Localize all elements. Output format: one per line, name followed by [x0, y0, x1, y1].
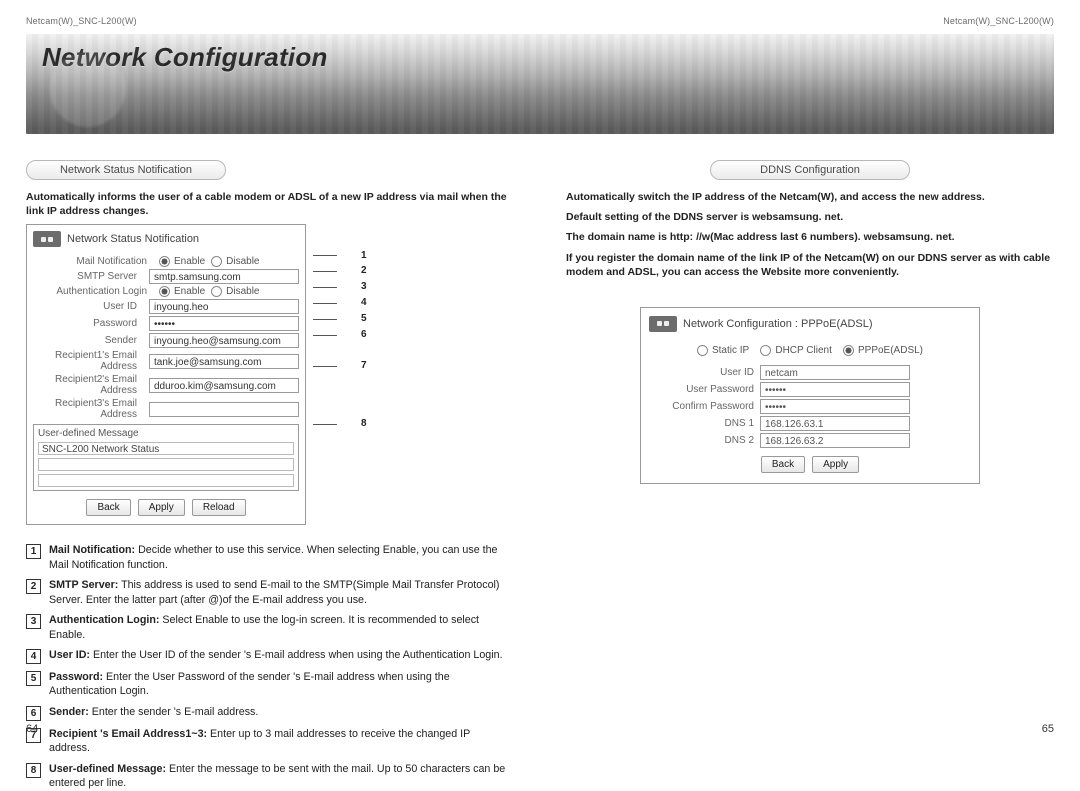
definition-text: Sender: Enter the sender 's E-mail addre…: [49, 705, 258, 719]
radio-dhcp[interactable]: DHCP Client: [760, 345, 832, 356]
definition-text: User ID: Enter the User ID of the sender…: [49, 648, 503, 662]
radio-static[interactable]: Static IP: [697, 345, 749, 356]
ddns-field-userid[interactable]: netcam: [760, 365, 910, 380]
doc-id-right: Netcam(W)_SNC-L200(W): [943, 16, 1054, 26]
user-msg-header: User-defined Message: [38, 428, 294, 439]
intro-right-2: Default setting of the DDNS server is we…: [566, 210, 1054, 224]
ddns-label-cpw: Confirm Password: [649, 401, 754, 412]
radio-auth-disable[interactable]: Disable: [211, 286, 259, 297]
callout-4: 4: [361, 297, 367, 308]
ddns-btn-back[interactable]: Back: [761, 456, 805, 473]
field-password[interactable]: ••••••: [149, 316, 299, 331]
definition-number: 8: [26, 763, 41, 778]
ddns-field-cpw[interactable]: ••••••: [760, 399, 910, 414]
definition-text: Password: Enter the User Password of the…: [49, 670, 514, 699]
radio-pppoe[interactable]: PPPoE(ADSL): [843, 345, 923, 356]
label-password: Password: [33, 318, 143, 329]
definition-item: 3 Authentication Login: Select Enable to …: [26, 613, 514, 642]
panel-icon: [33, 231, 61, 247]
field-sender[interactable]: inyoung.heo@samsung.com: [149, 333, 299, 348]
user-msg-line-1[interactable]: SNC-L200 Network Status: [38, 442, 294, 455]
callout-2: 2: [361, 265, 367, 276]
radio-auth-enable[interactable]: Enable: [159, 286, 205, 297]
definition-item: 5 Password: Enter the User Password of th…: [26, 670, 514, 699]
label-smtp: SMTP Server: [33, 271, 143, 282]
field-r2[interactable]: dduroo.kim@samsung.com: [149, 378, 299, 393]
definition-item: 4 User ID: Enter the User ID of the sende…: [26, 648, 514, 664]
definition-text: User-defined Message: Enter the message …: [49, 762, 514, 791]
ddns-label-dns1: DNS 1: [649, 418, 754, 429]
callout-3: 3: [361, 281, 367, 292]
definition-text: Authentication Login: Select Enable to u…: [49, 613, 514, 642]
intro-left: Automatically informs the user of a cabl…: [26, 190, 514, 218]
field-smtp[interactable]: smtp.samsung.com: [149, 269, 299, 284]
definition-item: 8 User-defined Message: Enter the message…: [26, 762, 514, 791]
label-mail-notification: Mail Notification: [33, 256, 153, 267]
label-userid: User ID: [33, 301, 143, 312]
definition-item: 6 Sender: Enter the sender 's E-mail addr…: [26, 705, 514, 721]
field-r1[interactable]: tank.joe@samsung.com: [149, 354, 299, 369]
definition-number: 4: [26, 649, 41, 664]
definition-text: Recipient 's Email Address1~3: Enter up …: [49, 727, 514, 756]
definition-number: 1: [26, 544, 41, 559]
panel-title: Network Status Notification: [67, 233, 199, 245]
definition-text: SMTP Server: This address is used to sen…: [49, 578, 514, 607]
label-auth: Authentication Login: [33, 286, 153, 297]
radio-mail-enable[interactable]: Enable: [159, 256, 205, 267]
definitions-list: 1 Mail Notification: Decide whether to us…: [26, 543, 514, 790]
definition-number: 2: [26, 579, 41, 594]
definition-number: 6: [26, 706, 41, 721]
ddns-field-dns1[interactable]: 168.126.63.1: [760, 416, 910, 431]
ddns-panel-title: Network Configuration : PPPoE(ADSL): [683, 318, 873, 330]
definition-number: 3: [26, 614, 41, 629]
ddns-label-userid: User ID: [649, 367, 754, 378]
ddns-panel: Network Configuration : PPPoE(ADSL) Stat…: [640, 307, 980, 484]
ddns-panel-icon: [649, 316, 677, 332]
page-left: Netcam(W)_SNC-L200(W) Network Status Not…: [0, 0, 540, 747]
definition-item: 1 Mail Notification: Decide whether to us…: [26, 543, 514, 572]
page-header-left: Netcam(W)_SNC-L200(W): [26, 16, 514, 26]
user-msg-box: User-defined Message SNC-L200 Network St…: [33, 424, 299, 491]
ddns-btn-apply[interactable]: Apply: [812, 456, 859, 473]
btn-back[interactable]: Back: [86, 499, 130, 516]
section-pill-right: DDNS Configuration: [710, 160, 910, 180]
notification-panel: Network Status Notification Mail Notific…: [26, 224, 306, 525]
callout-5: 5: [361, 313, 367, 324]
radio-mail-disable[interactable]: Disable: [211, 256, 259, 267]
ddns-field-pw[interactable]: ••••••: [760, 382, 910, 397]
field-r3[interactable]: [149, 402, 299, 417]
callout-1: 1: [361, 250, 367, 261]
definition-text: Mail Notification: Decide whether to use…: [49, 543, 514, 572]
label-r3: Recipient3's Email Address: [33, 398, 143, 420]
definition-item: 7Recipient 's Email Address1~3: Enter up…: [26, 727, 514, 756]
ddns-label-pw: User Password: [649, 384, 754, 395]
callout-6: 6: [361, 329, 367, 340]
btn-reload[interactable]: Reload: [192, 499, 246, 516]
user-msg-line-3[interactable]: [38, 474, 294, 487]
intro-right: Automatically switch the IP address of t…: [566, 190, 1054, 279]
ddns-label-dns2: DNS 2: [649, 435, 754, 446]
page-number-right: 65: [1042, 723, 1054, 735]
intro-right-1: Automatically switch the IP address of t…: [566, 190, 1054, 204]
btn-apply[interactable]: Apply: [138, 499, 185, 516]
label-sender: Sender: [33, 335, 143, 346]
definition-number: 5: [26, 671, 41, 686]
label-r1: Recipient1's Email Address: [33, 350, 143, 372]
callout-7: 7: [361, 360, 367, 371]
callout-8: 8: [361, 418, 367, 429]
page-right: Netcam(W)_SNC-L200(W) DDNS Configuration…: [540, 0, 1080, 747]
intro-right-4: If you register the domain name of the l…: [566, 251, 1054, 279]
doc-id: Netcam(W)_SNC-L200(W): [26, 16, 137, 26]
section-pill-left: Network Status Notification: [26, 160, 226, 180]
page-header-right: Netcam(W)_SNC-L200(W): [566, 16, 1054, 26]
label-r2: Recipient2's Email Address: [33, 374, 143, 396]
user-msg-line-2[interactable]: [38, 458, 294, 471]
page-number-left: 64: [26, 723, 38, 735]
definition-item: 2 SMTP Server: This address is used to se…: [26, 578, 514, 607]
ddns-field-dns2[interactable]: 168.126.63.2: [760, 433, 910, 448]
field-userid[interactable]: inyoung.heo: [149, 299, 299, 314]
intro-right-3: The domain name is http: //w(Mac address…: [566, 230, 1054, 244]
